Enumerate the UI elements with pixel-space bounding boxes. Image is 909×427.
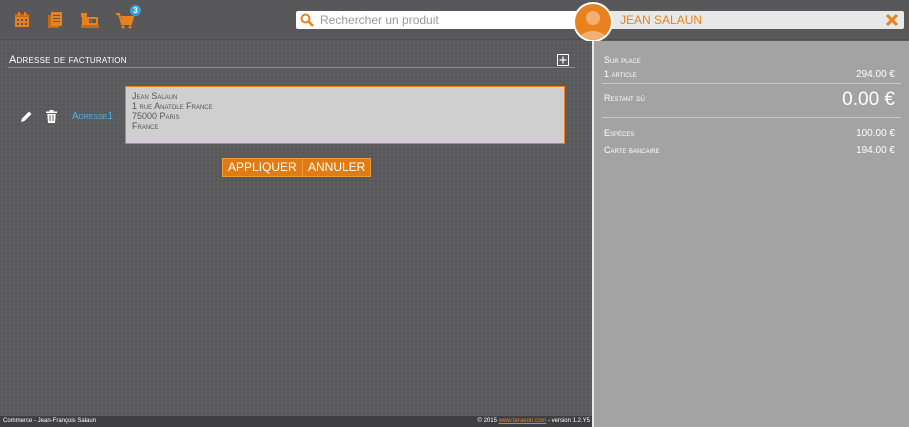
user-icon [579, 11, 607, 40]
customer-avatar[interactable] [573, 2, 613, 42]
customer-bar: JEAN SALAUN [596, 11, 904, 29]
remaining-row: Restant dû 0.00 € [604, 89, 895, 110]
remaining-value: 0.00 € [842, 89, 895, 110]
top-bar: € 3 JEAN SALAUN [0, 0, 909, 42]
search-icon [298, 11, 316, 29]
payment-label: Carte bancaire [604, 145, 660, 155]
address-line: Jean Salaun [132, 91, 178, 101]
footer: Commerce - Jean-François Salaun © 2015 w… [0, 416, 592, 427]
address-line: 1 rue Anatole France [132, 101, 213, 111]
address-name-link[interactable]: Adresse1 [72, 111, 113, 122]
product-search[interactable] [296, 11, 586, 29]
address-box[interactable]: Jean Salaun 1 rue Anatole France 75000 P… [125, 86, 565, 144]
section-divider [8, 67, 575, 68]
payment-label: Espèces [604, 128, 635, 138]
footer-user: Commerce - Jean-François Salaun [3, 418, 97, 424]
order-summary-pane: Sur place 1 article 294.00 € Restant dû … [594, 41, 909, 427]
calendar-icon[interactable] [12, 10, 32, 30]
summary-divider [602, 117, 901, 118]
delete-icon[interactable] [46, 110, 57, 123]
address-actions [20, 110, 57, 123]
copyright-text: © 2015 [477, 418, 497, 424]
section-title: Adresse de facturation [9, 54, 127, 66]
summary-divider [602, 83, 901, 84]
remaining-label: Restant dû [604, 93, 645, 103]
address-line: France [132, 121, 159, 131]
edit-icon[interactable] [20, 110, 33, 123]
footer-copyright: © 2015 www.teraeon.com - version 1.2.Y5 [478, 416, 591, 427]
items-total: 294.00 € [856, 69, 895, 80]
documents-icon[interactable] [45, 10, 65, 30]
order-mode: Sur place [604, 55, 895, 65]
apply-button[interactable]: APPLIQUER [222, 158, 303, 177]
payment-row: Espèces 100.00 € [604, 128, 895, 139]
address-line: 75000 Paris [132, 111, 180, 121]
payment-value: 100.00 € [856, 128, 895, 139]
customer-name[interactable]: JEAN SALAUN [620, 13, 702, 27]
cash-register-icon[interactable]: € [80, 10, 100, 30]
search-input[interactable] [316, 11, 586, 29]
cart-count-badge: 3 [130, 5, 141, 16]
add-address-icon[interactable] [557, 53, 569, 66]
cart-icon[interactable]: 3 [115, 5, 141, 30]
cancel-button[interactable]: ANNULER [302, 158, 372, 177]
payment-value: 194.00 € [856, 145, 895, 156]
items-row: 1 article 294.00 € [604, 69, 895, 80]
close-icon[interactable] [884, 12, 900, 28]
payment-row: Carte bancaire 194.00 € [604, 145, 895, 156]
version-text: - version 1.2.Y5 [547, 418, 590, 424]
billing-address-pane: Adresse de facturation Adresse1 Jean Sal… [0, 41, 592, 416]
footer-link[interactable]: www.teraeon.com [499, 418, 547, 424]
items-label: 1 article [604, 69, 637, 79]
order-mode-label: Sur place [604, 55, 641, 65]
